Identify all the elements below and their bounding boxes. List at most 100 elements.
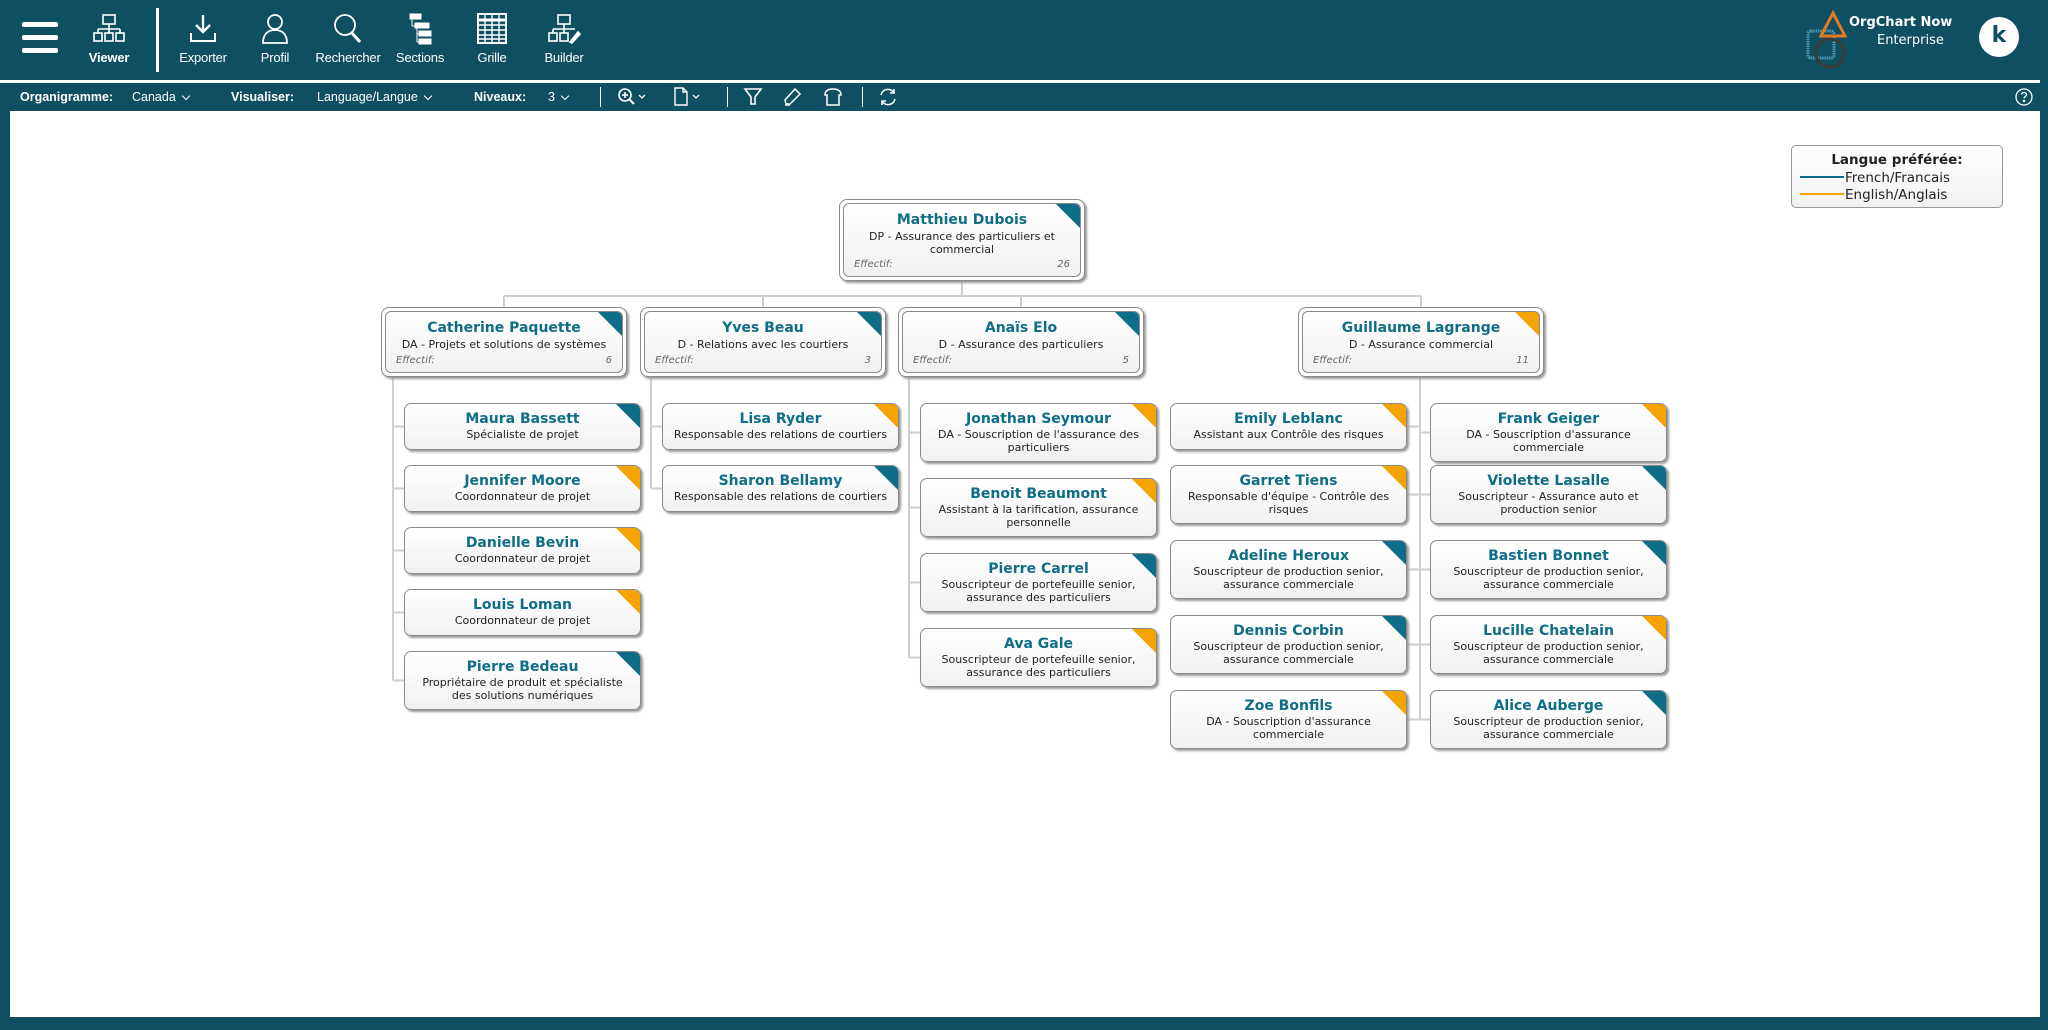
card-inner: Matthieu Dubois DP - Assurance des partic… xyxy=(843,203,1081,277)
headcount-label: Effectif: xyxy=(655,355,694,366)
employee-title: Souscripteur de portefeuille senior, ass… xyxy=(941,653,1136,679)
legend-label: French/Francais xyxy=(1845,170,1951,186)
legend-item-english: English/Anglais xyxy=(1800,187,1947,203)
search-label: Rechercher xyxy=(315,50,381,65)
shirt-icon[interactable] xyxy=(821,86,845,108)
employee-title: Souscripteur de production senior, assur… xyxy=(1193,640,1384,666)
employee-card[interactable]: Pierre Carrel Souscripteur de portefeuill… xyxy=(920,553,1157,612)
manager-card[interactable]: Yves Beau D - Relations avec les courtier… xyxy=(640,307,886,377)
employee-title: Coordonnateur de projet xyxy=(454,614,591,627)
employee-title: Responsable des relations de courtiers xyxy=(673,428,888,441)
export-label: Exporter xyxy=(179,50,227,65)
manager-card[interactable]: Guillaume Lagrange D - Assurance commerci… xyxy=(1298,307,1544,377)
user-avatar[interactable]: k xyxy=(1979,17,2019,57)
user-icon xyxy=(262,14,288,44)
employee-title: Souscripteur - Assurance auto et product… xyxy=(1458,490,1639,516)
employee-name: Yves Beau xyxy=(722,320,804,336)
highlighter-icon[interactable] xyxy=(781,86,803,108)
employee-name: Dennis Corbin xyxy=(1233,623,1344,639)
employee-title: DA - Souscription de l'assurance des par… xyxy=(938,428,1139,454)
employee-card[interactable]: Garret Tiens Responsable d'équipe - Contr… xyxy=(1170,465,1407,524)
profile-button[interactable]: Profil xyxy=(238,12,312,72)
employee-title: Spécialiste de projet xyxy=(466,428,579,441)
employee-title: Coordonnateur de projet xyxy=(454,490,591,503)
employee-card[interactable]: Emily Leblanc Assistant aux Contrôle des … xyxy=(1170,403,1407,450)
employee-name: Frank Geiger xyxy=(1497,411,1600,427)
employee-card[interactable]: Zoe Bonfils DA - Souscription d'assurance… xyxy=(1170,690,1407,749)
help-icon[interactable] xyxy=(2013,86,2035,108)
employee-name: Violette Lasalle xyxy=(1487,473,1610,489)
employee-card[interactable]: Dennis Corbin Souscripteur de production … xyxy=(1170,615,1407,674)
employee-name: Pierre Carrel xyxy=(988,561,1089,577)
employee-name: Lisa Ryder xyxy=(739,411,822,427)
employee-title: DA - Projets et solutions de systèmes xyxy=(401,338,607,351)
zoom-in-icon[interactable] xyxy=(616,86,652,108)
org-chart-icon xyxy=(93,14,125,42)
manager-card[interactable]: Anaïs Elo D - Assurance des particuliers E… xyxy=(898,307,1144,377)
brand-edition: Enterprise xyxy=(1877,33,1944,48)
headcount-value: 11 xyxy=(1516,355,1529,366)
employee-card[interactable]: Danielle Bevin Coordonnateur de projet xyxy=(404,527,641,574)
manager-card[interactable]: Catherine Paquette DA - Projets et soluti… xyxy=(381,307,627,377)
search-button[interactable]: Rechercher xyxy=(311,12,385,72)
employee-name: Adeline Heroux xyxy=(1227,548,1350,564)
employee-title: DA - Souscription d'assurance commercial… xyxy=(1466,428,1631,454)
employee-card[interactable]: Sharon Bellamy Responsable des relations … xyxy=(662,465,899,512)
org-chart-canvas[interactable]: Matthieu Dubois DP - Assurance des partic… xyxy=(10,111,2040,1017)
language-legend: Langue préférée: French/Francais English… xyxy=(1791,145,2003,208)
employee-card[interactable]: Ava Gale Souscripteur de portefeuille sen… xyxy=(920,628,1157,687)
legend-item-french: French/Francais xyxy=(1800,170,1950,186)
employee-card[interactable]: Adeline Heroux Souscripteur de production… xyxy=(1170,540,1407,599)
employee-title: Souscripteur de production senior, assur… xyxy=(1453,640,1644,666)
filter-icon[interactable] xyxy=(742,86,764,108)
sections-label: Sections xyxy=(395,50,445,65)
sections-icon xyxy=(409,13,432,45)
employee-name: Danielle Bevin xyxy=(465,535,580,551)
grid-icon xyxy=(477,13,507,44)
employee-title: Souscripteur de production senior, assur… xyxy=(1453,565,1644,591)
employee-card[interactable]: Louis Loman Coordonnateur de projet xyxy=(404,589,641,636)
employee-card[interactable]: Jonathan Seymour DA - Souscription de l'a… xyxy=(920,403,1157,462)
employee-card[interactable]: Jennifer Moore Coordonnateur de projet xyxy=(404,465,641,512)
employee-title: D - Assurance des particuliers xyxy=(938,338,1104,351)
viewer-button[interactable]: Viewer xyxy=(72,12,146,72)
employee-name: Zoe Bonfils xyxy=(1244,698,1333,714)
employee-card[interactable]: Bastien Bonnet Souscripteur de production… xyxy=(1430,540,1667,599)
employee-title: Propriétaire de produit et spécialiste d… xyxy=(422,676,623,702)
employee-title: Assistant aux Contrôle des risques xyxy=(1193,428,1384,441)
sections-button[interactable]: Sections xyxy=(383,12,457,72)
employee-card[interactable]: Alice Auberge Souscripteur de production … xyxy=(1430,690,1667,749)
employee-name: Sharon Bellamy xyxy=(718,473,843,489)
employee-title: D - Relations avec les courtiers xyxy=(677,338,849,351)
employee-card[interactable]: Lucille Chatelain Souscripteur de product… xyxy=(1430,615,1667,674)
builder-button[interactable]: Builder xyxy=(527,12,601,72)
view-select[interactable]: Language/Langue xyxy=(317,90,431,104)
org-select[interactable]: Canada xyxy=(132,90,189,104)
employee-card[interactable]: Lisa Ryder Responsable des relations de c… xyxy=(662,403,899,450)
employee-name: Emily Leblanc xyxy=(1234,411,1343,427)
manager-card[interactable]: Matthieu Dubois DP - Assurance des partic… xyxy=(839,199,1085,281)
employee-name: Benoit Beaumont xyxy=(970,486,1107,502)
employee-card[interactable]: Pierre Bedeau Propriétaire de produit et … xyxy=(404,651,641,710)
brand-name: OrgChart Now xyxy=(1849,15,1953,30)
employee-name: Alice Auberge xyxy=(1493,698,1604,714)
headcount-value: 26 xyxy=(1057,259,1070,270)
employee-name: Garret Tiens xyxy=(1239,473,1338,489)
employee-card[interactable]: Maura Bassett Spécialiste de projet xyxy=(404,403,641,450)
export-button[interactable]: Exporter xyxy=(166,12,240,72)
levels-select[interactable]: 3 xyxy=(548,90,568,104)
employee-title: Souscripteur de portefeuille senior, ass… xyxy=(941,578,1136,604)
employee-name: Lucille Chatelain xyxy=(1483,623,1614,639)
refresh-icon[interactable] xyxy=(877,86,899,108)
employee-name: Pierre Bedeau xyxy=(466,659,579,675)
employee-title: Responsable d'équipe - Contrôle des risq… xyxy=(1187,490,1390,516)
employee-card[interactable]: Frank Geiger DA - Souscription d'assuranc… xyxy=(1430,403,1667,462)
grid-button[interactable]: Grille xyxy=(455,12,529,72)
legend-swatch xyxy=(1800,193,1844,195)
menu-button[interactable] xyxy=(22,22,58,56)
employee-card[interactable]: Violette Lasalle Souscripteur - Assurance… xyxy=(1430,465,1667,524)
page-icon[interactable] xyxy=(672,86,706,108)
employee-title: Coordonnateur de projet xyxy=(454,552,591,565)
employee-card[interactable]: Benoit Beaumont Assistant à la tarificati… xyxy=(920,478,1157,537)
toolbar-separator xyxy=(600,87,601,107)
